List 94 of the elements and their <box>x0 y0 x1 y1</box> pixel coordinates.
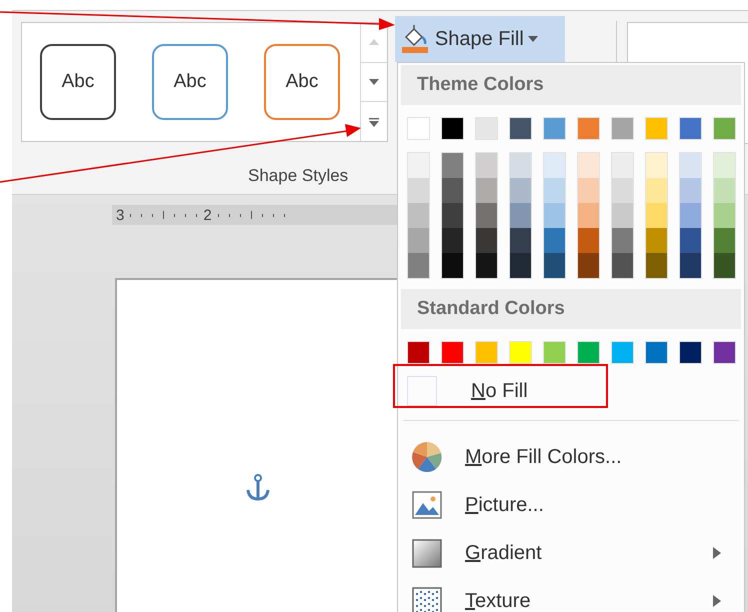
color-swatch[interactable] <box>543 117 566 140</box>
color-swatch[interactable] <box>679 117 702 140</box>
color-swatch[interactable] <box>611 341 634 364</box>
color-swatch[interactable] <box>442 203 463 228</box>
color-swatch[interactable] <box>680 253 701 278</box>
color-swatch[interactable] <box>408 253 429 278</box>
color-swatch[interactable] <box>407 117 430 140</box>
color-swatch[interactable] <box>612 178 633 203</box>
color-swatch[interactable] <box>611 117 634 140</box>
shape-fill-button[interactable]: Shape Fill <box>394 16 565 62</box>
color-swatch[interactable] <box>645 117 668 140</box>
color-swatch[interactable] <box>510 228 531 253</box>
color-wheel-icon <box>411 441 443 473</box>
menu-section-header: Theme Colors <box>401 65 741 105</box>
expand-icon <box>368 116 380 128</box>
color-swatch[interactable] <box>578 203 599 228</box>
color-swatch[interactable] <box>509 341 532 364</box>
color-swatch[interactable] <box>510 153 531 178</box>
color-swatch[interactable] <box>645 341 668 364</box>
color-swatch[interactable] <box>714 203 735 228</box>
color-swatch[interactable] <box>578 178 599 203</box>
color-swatch[interactable] <box>680 228 701 253</box>
color-swatch[interactable] <box>510 203 531 228</box>
shape-style-tile[interactable]: Abc <box>264 44 340 120</box>
paint-bucket-icon <box>400 25 431 53</box>
color-swatch[interactable] <box>543 341 566 364</box>
color-swatch[interactable] <box>510 253 531 278</box>
color-swatch[interactable] <box>475 341 498 364</box>
empty-swatch-icon <box>407 376 437 406</box>
color-swatch[interactable] <box>714 153 735 178</box>
color-swatch[interactable] <box>612 203 633 228</box>
submenu-arrow-icon <box>713 595 721 607</box>
color-swatch[interactable] <box>476 178 497 203</box>
caret-icon <box>528 36 538 42</box>
color-swatch[interactable] <box>544 253 565 278</box>
color-swatch[interactable] <box>578 253 599 278</box>
picture-icon <box>411 489 443 521</box>
ruler-number: 3 <box>116 206 124 224</box>
color-swatch[interactable] <box>714 228 735 253</box>
color-swatch[interactable] <box>577 341 600 364</box>
color-swatch[interactable] <box>612 228 633 253</box>
color-swatch[interactable] <box>442 228 463 253</box>
color-swatch[interactable] <box>612 253 633 278</box>
group-label: Shape Styles <box>248 166 350 186</box>
color-swatch[interactable] <box>544 178 565 203</box>
menu-item[interactable]: Picture... <box>401 481 741 529</box>
color-swatch[interactable] <box>544 153 565 178</box>
menu-item[interactable]: Texture <box>401 577 741 612</box>
shape-style-tile[interactable]: Abc <box>152 44 228 120</box>
color-swatch[interactable] <box>646 153 667 178</box>
color-swatch[interactable] <box>714 178 735 203</box>
color-swatch[interactable] <box>408 178 429 203</box>
color-swatch[interactable] <box>408 228 429 253</box>
color-swatch[interactable] <box>713 117 736 140</box>
color-swatch[interactable] <box>441 117 464 140</box>
color-swatch[interactable] <box>442 153 463 178</box>
color-swatch[interactable] <box>680 178 701 203</box>
color-swatch[interactable] <box>408 153 429 178</box>
color-swatch[interactable] <box>713 341 736 364</box>
color-swatch[interactable] <box>442 178 463 203</box>
color-swatch[interactable] <box>578 228 599 253</box>
color-swatch[interactable] <box>680 203 701 228</box>
color-swatch[interactable] <box>646 228 667 253</box>
color-swatch[interactable] <box>408 203 429 228</box>
color-swatch[interactable] <box>476 253 497 278</box>
gradient-square-icon <box>411 537 443 569</box>
color-swatch[interactable] <box>578 153 599 178</box>
color-swatch[interactable] <box>544 203 565 228</box>
color-swatch[interactable] <box>612 153 633 178</box>
color-swatch[interactable] <box>544 228 565 253</box>
color-swatch[interactable] <box>510 178 531 203</box>
no-fill-item[interactable]: No Fill <box>401 370 741 412</box>
color-swatch[interactable] <box>441 341 464 364</box>
color-swatch[interactable] <box>646 253 667 278</box>
color-swatch[interactable] <box>509 117 532 140</box>
color-swatch[interactable] <box>407 341 430 364</box>
color-swatch[interactable] <box>476 203 497 228</box>
menu-section-header: Standard Colors <box>401 289 741 329</box>
menu-item[interactable]: Gradient <box>401 529 741 577</box>
color-swatch[interactable] <box>714 253 735 278</box>
color-swatch[interactable] <box>442 253 463 278</box>
shape-style-tile[interactable]: Abc <box>40 44 116 120</box>
anchor-icon <box>245 474 271 502</box>
color-swatch[interactable] <box>476 228 497 253</box>
color-swatch[interactable] <box>476 153 497 178</box>
color-swatch[interactable] <box>475 117 498 140</box>
color-swatch[interactable] <box>577 117 600 140</box>
menu-item[interactable]: More Fill Colors... <box>401 433 741 481</box>
color-swatch[interactable] <box>646 203 667 228</box>
ruler-number: 2 <box>203 206 212 224</box>
color-swatch[interactable] <box>679 341 702 364</box>
submenu-arrow-icon <box>713 547 721 559</box>
color-swatch[interactable] <box>646 178 667 203</box>
color-swatch[interactable] <box>680 153 701 178</box>
